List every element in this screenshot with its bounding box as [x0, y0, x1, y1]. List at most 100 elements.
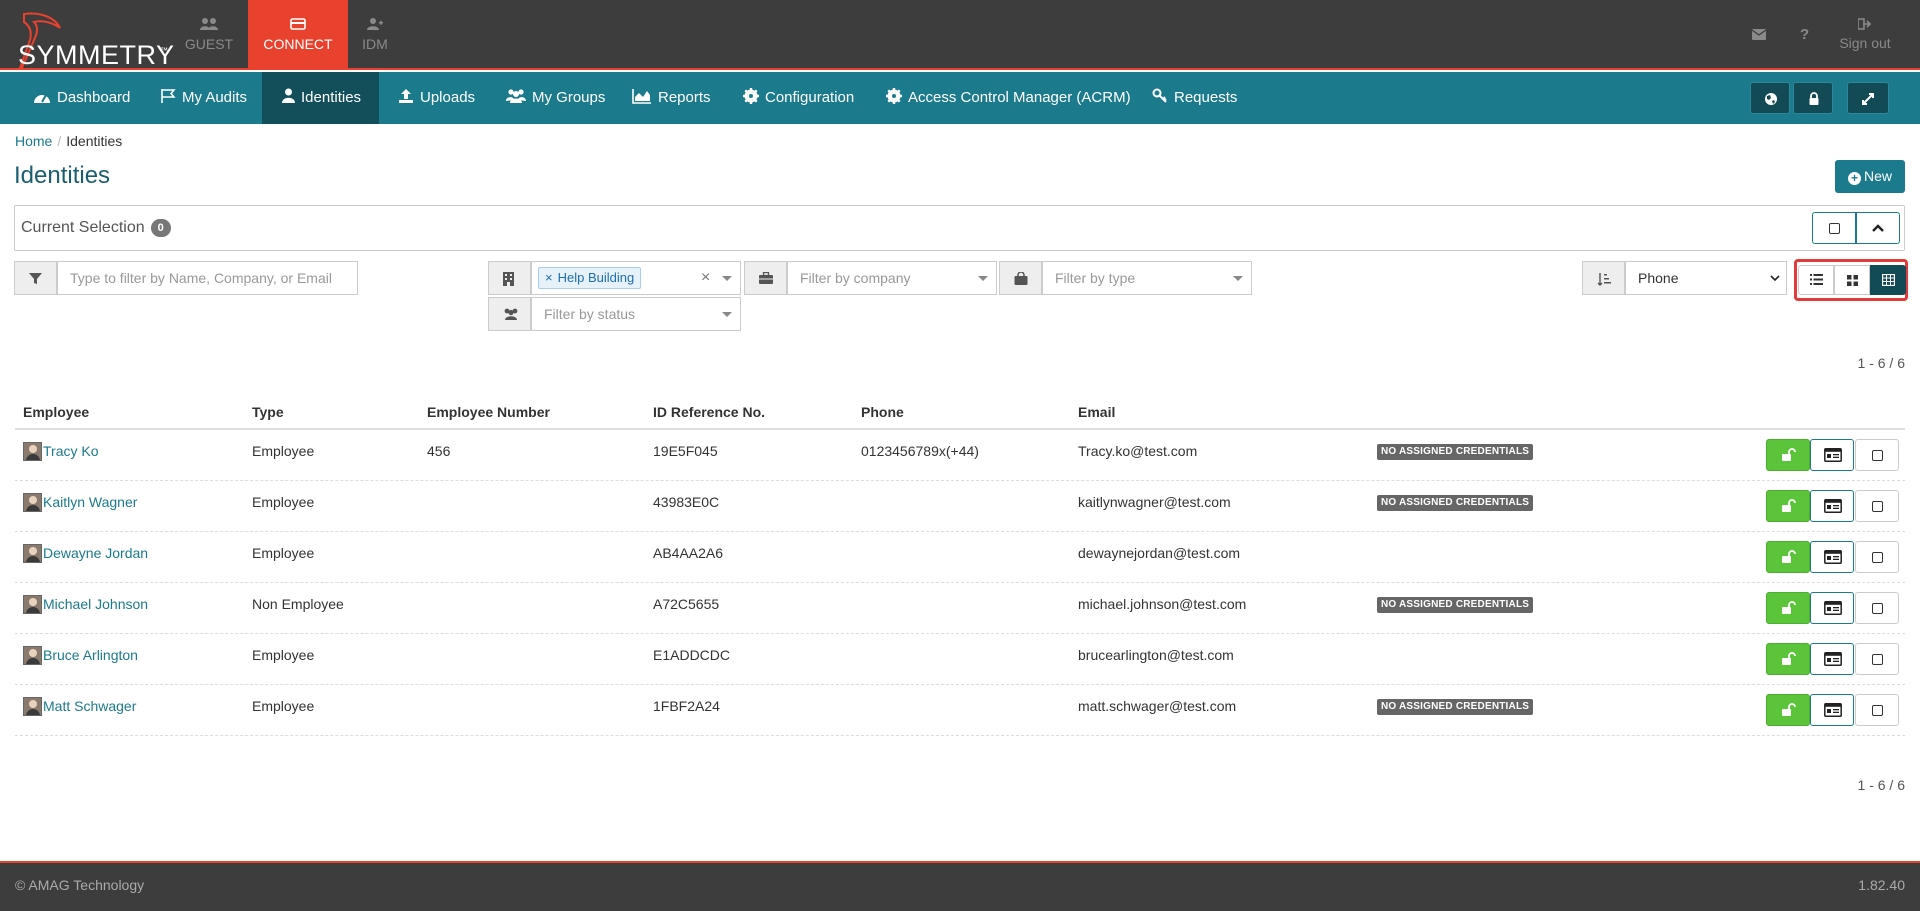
- clear-selection-icon[interactable]: ×: [701, 262, 710, 294]
- unlock-button[interactable]: [1766, 643, 1810, 675]
- building-select[interactable]: × Help Building ×: [531, 261, 741, 295]
- main-navbar: Dashboard My Audits Identities Uploads M…: [0, 72, 1920, 124]
- unlock-button[interactable]: [1766, 592, 1810, 624]
- building-chip[interactable]: × Help Building: [538, 267, 642, 289]
- column-header-id-reference[interactable]: ID Reference No.: [653, 404, 765, 420]
- fullscreen-button[interactable]: [1847, 82, 1889, 114]
- lock-button[interactable]: [1793, 82, 1833, 114]
- sign-out-button[interactable]: Sign out: [1830, 0, 1900, 70]
- id-reference-cell: E1ADDCDC: [653, 647, 731, 663]
- unlock-button[interactable]: [1766, 439, 1810, 471]
- nav-configuration[interactable]: Configuration: [743, 72, 854, 124]
- company-select[interactable]: Filter by company: [787, 261, 997, 295]
- column-header-email[interactable]: Email: [1078, 404, 1115, 420]
- dashboard-icon: [34, 94, 50, 103]
- gear-icon: [886, 88, 902, 104]
- id-card-button[interactable]: [1810, 592, 1854, 624]
- envelope-icon: [1752, 29, 1766, 40]
- nav-identities[interactable]: Identities: [262, 72, 379, 124]
- status-addon: [488, 297, 531, 331]
- status-select[interactable]: Filter by status: [531, 297, 741, 331]
- remove-chip-icon[interactable]: ×: [545, 270, 553, 285]
- nav-requests[interactable]: Requests: [1152, 72, 1237, 124]
- select-row-button[interactable]: [1855, 643, 1899, 675]
- grid-icon: [1847, 275, 1858, 286]
- column-header-employee-number[interactable]: Employee Number: [427, 404, 550, 420]
- mail-button[interactable]: [1750, 0, 1770, 70]
- id-card-icon: [1824, 703, 1842, 717]
- id-reference-cell: AB4AA2A6: [653, 545, 724, 561]
- employee-name-link[interactable]: Kaitlyn Wagner: [43, 494, 137, 510]
- globe-icon: [1765, 93, 1777, 105]
- type-select[interactable]: Filter by type: [1042, 261, 1252, 295]
- id-card-button[interactable]: [1810, 643, 1854, 675]
- employee-name-link[interactable]: Dewayne Jordan: [43, 545, 148, 561]
- top-tab-guest[interactable]: GUEST: [159, 0, 259, 70]
- id-card-icon: [1824, 550, 1842, 564]
- search-input[interactable]: Type to filter by Name, Company, or Emai…: [57, 261, 358, 295]
- nav-acrm[interactable]: Access Control Manager (ACRM): [886, 72, 1131, 124]
- help-button[interactable]: ?: [1795, 0, 1815, 70]
- id-card-icon: [1824, 448, 1842, 462]
- filter-addon: [14, 261, 57, 295]
- id-card-button[interactable]: [1810, 490, 1854, 522]
- unlock-button[interactable]: [1766, 541, 1810, 573]
- nav-uploads[interactable]: Uploads: [398, 72, 475, 124]
- question-icon: ?: [1800, 26, 1810, 43]
- email-cell: brucearlington@test.com: [1078, 647, 1234, 663]
- column-header-employee[interactable]: Employee: [23, 404, 89, 420]
- symmetry-logo[interactable]: SYMMETRY ™: [8, 6, 174, 70]
- id-reference-cell: 19E5F045: [653, 443, 718, 459]
- column-header-phone[interactable]: Phone: [861, 404, 904, 420]
- employee-name-link[interactable]: Tracy Ko: [43, 443, 99, 459]
- unlock-button[interactable]: [1766, 490, 1810, 522]
- sort-select[interactable]: Phone: [1625, 261, 1787, 295]
- select-row-button[interactable]: [1855, 541, 1899, 573]
- plus-circle-icon: +: [1847, 172, 1861, 185]
- id-card-button[interactable]: [1810, 694, 1854, 726]
- list-view-button[interactable]: [1798, 265, 1834, 295]
- status-placeholder: Filter by status: [544, 306, 636, 322]
- select-row-button[interactable]: [1855, 490, 1899, 522]
- type-cell: Non Employee: [252, 596, 344, 612]
- unlock-button[interactable]: [1766, 694, 1810, 726]
- table-view-button[interactable]: [1870, 265, 1906, 295]
- unlock-icon: [1782, 652, 1796, 665]
- upload-icon: [399, 89, 413, 103]
- select-row-button[interactable]: [1855, 592, 1899, 624]
- phone-cell: 0123456789x(+44): [861, 443, 979, 459]
- globe-button[interactable]: [1750, 82, 1790, 114]
- type-cell: Employee: [252, 647, 315, 663]
- nav-label: Requests: [1174, 89, 1238, 106]
- nav-label: Dashboard: [57, 89, 131, 106]
- select-all-button[interactable]: [1812, 212, 1856, 244]
- employee-name-link[interactable]: Matt Schwager: [43, 698, 136, 714]
- employee-name-link[interactable]: Bruce Arlington: [43, 647, 138, 663]
- nav-label: My Groups: [532, 89, 606, 106]
- new-identity-button[interactable]: + New: [1835, 160, 1905, 193]
- nav-dashboard[interactable]: Dashboard: [33, 72, 130, 124]
- expand-icon: [1862, 93, 1874, 105]
- nav-label: Uploads: [420, 89, 476, 106]
- email-cell: kaitlynwagner@test.com: [1078, 494, 1231, 510]
- nav-my-audits[interactable]: My Audits: [160, 72, 247, 124]
- select-row-button[interactable]: [1855, 694, 1899, 726]
- brand-name: SYMMETRY: [18, 40, 175, 70]
- nav-my-groups[interactable]: My Groups: [506, 72, 605, 124]
- nav-reports[interactable]: Reports: [632, 72, 711, 124]
- sort-addon: [1582, 261, 1625, 295]
- grid-view-button[interactable]: [1834, 265, 1870, 295]
- breadcrumb-home[interactable]: Home: [15, 133, 52, 149]
- collapse-selection-button[interactable]: [1856, 212, 1900, 244]
- current-selection-label: Current Selection: [21, 219, 145, 236]
- id-card-button[interactable]: [1810, 439, 1854, 471]
- current-selection-title: Current Selection 0: [21, 219, 171, 237]
- building-addon: [488, 261, 531, 295]
- employee-name-link[interactable]: Michael Johnson: [43, 596, 148, 612]
- id-card-button[interactable]: [1810, 541, 1854, 573]
- select-row-button[interactable]: [1855, 439, 1899, 471]
- breadcrumb-current: Identities: [66, 133, 123, 149]
- avatar: [23, 697, 42, 716]
- top-tab-idm[interactable]: IDM: [325, 0, 425, 70]
- column-header-type[interactable]: Type: [252, 404, 284, 420]
